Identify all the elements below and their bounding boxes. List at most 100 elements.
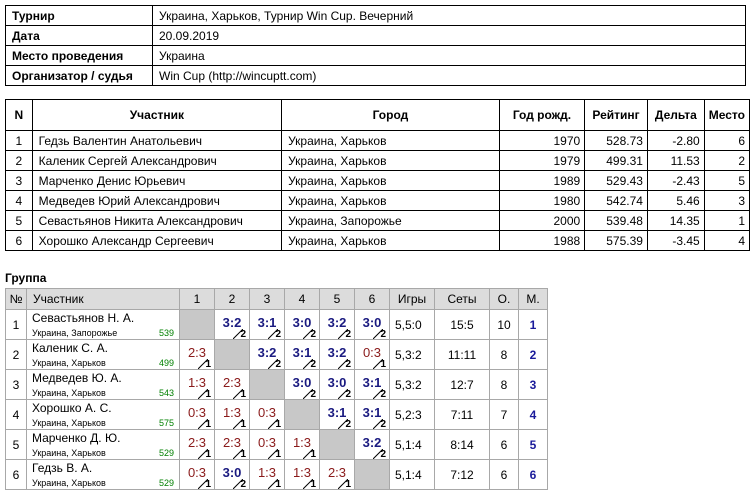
participant-cell: 575.39 bbox=[584, 230, 648, 251]
participant-cell: 528.73 bbox=[584, 130, 648, 151]
participant-cell: Марченко Денис Юрьевич bbox=[31, 170, 283, 191]
match-points: 1 bbox=[310, 449, 316, 460]
info-key: Дата bbox=[5, 25, 153, 46]
participant-cell: Хорошко Александр Сергеевич bbox=[31, 230, 283, 251]
match-score: 3:2 bbox=[327, 315, 347, 330]
grid-participant: Гедзь В. А. Украина, Харьков 529 bbox=[26, 459, 180, 490]
grid-diagonal-cell bbox=[249, 369, 285, 400]
participant-row: 3 Марченко Денис Юрьевич Украина, Харьков 1… bbox=[5, 170, 750, 191]
match-score: 3:1 bbox=[362, 375, 382, 390]
match-result-cell: 0:3 1 bbox=[179, 459, 215, 490]
grid-diagonal-cell bbox=[214, 339, 250, 370]
match-score: 3:1 bbox=[292, 345, 312, 360]
match-points: 1 bbox=[240, 449, 246, 460]
match-score: 3:2 bbox=[362, 435, 382, 450]
player-name: Хорошко А. С. bbox=[32, 401, 112, 415]
grid-points: 8 bbox=[489, 369, 519, 400]
grid-place: 3 bbox=[518, 369, 548, 400]
player-rating: 529 bbox=[158, 478, 174, 488]
match-score: 2:3 bbox=[327, 465, 347, 480]
grid-sets: 8:14 bbox=[434, 429, 490, 460]
grid-diagonal-cell bbox=[354, 459, 390, 490]
info-row: Организатор / судья Win Cup (http://wincu… bbox=[5, 65, 746, 86]
info-value: 20.09.2019 bbox=[152, 25, 746, 46]
grid-participant: Медведев Ю. А. Украина, Харьков 543 bbox=[26, 369, 180, 400]
grid-points: 10 bbox=[489, 309, 519, 340]
participant-cell: Украина, Харьков bbox=[281, 150, 500, 171]
info-value: Украина bbox=[152, 45, 746, 66]
match-points: 2 bbox=[310, 389, 316, 400]
grid-row-number: 4 bbox=[5, 399, 27, 430]
match-result-cell: 2:3 1 bbox=[179, 339, 215, 370]
match-score: 1:3 bbox=[292, 465, 312, 480]
match-points: 2 bbox=[310, 359, 316, 370]
player-city: Украина, Харьков bbox=[32, 478, 106, 488]
match-points: 1 bbox=[310, 479, 316, 490]
participant-cell: 14.35 bbox=[646, 210, 705, 231]
grid-header-col: 2 bbox=[214, 288, 250, 310]
grid-header-participant: Участник bbox=[26, 288, 180, 310]
match-result-cell: 2:3 1 bbox=[319, 459, 355, 490]
grid-games: 5,5:0 bbox=[389, 309, 435, 340]
match-result-cell: 3:2 2 bbox=[319, 309, 355, 340]
match-points: 2 bbox=[380, 449, 386, 460]
player-city: Украина, Харьков bbox=[32, 448, 106, 458]
match-points: 2 bbox=[345, 419, 351, 430]
participant-cell: 1988 bbox=[498, 230, 586, 251]
participant-cell: 1980 bbox=[498, 190, 586, 211]
participant-cell: 1979 bbox=[498, 150, 586, 171]
info-key: Место проведения bbox=[5, 45, 153, 66]
match-score: 3:1 bbox=[257, 315, 277, 330]
grid-row-number: 1 bbox=[5, 309, 27, 340]
match-result-cell: 3:2 2 bbox=[354, 429, 390, 460]
participant-cell: 1 bbox=[5, 130, 33, 151]
player-city: Украина, Харьков bbox=[32, 388, 106, 398]
match-result-cell: 3:1 2 bbox=[284, 339, 320, 370]
participant-row: 1 Гедзь Валентин Анатольевич Украина, Харь… bbox=[5, 130, 750, 151]
grid-games: 5,1:4 bbox=[389, 459, 435, 490]
player-name: Медведев Ю. А. bbox=[32, 371, 122, 385]
match-score: 3:1 bbox=[327, 405, 347, 420]
grid-diagonal-cell bbox=[284, 399, 320, 430]
match-score: 1:3 bbox=[292, 435, 312, 450]
match-score: 1:3 bbox=[257, 465, 277, 480]
participant-cell: Гедзь Валентин Анатольевич bbox=[31, 130, 283, 151]
grid-header-col: 6 bbox=[354, 288, 390, 310]
participant-cell: 3 bbox=[5, 170, 33, 191]
grid-sets: 7:12 bbox=[434, 459, 490, 490]
grid-row: 1 Севастьянов Н. А. Украина, Запорожье 539 3… bbox=[5, 309, 548, 340]
participant-cell: -2.80 bbox=[646, 130, 705, 151]
match-score: 3:0 bbox=[292, 375, 312, 390]
grid-header-col: 4 bbox=[284, 288, 320, 310]
match-result-cell: 1:3 1 bbox=[214, 399, 250, 430]
participant-cell: 4 bbox=[703, 230, 750, 251]
grid-header-no: № bbox=[5, 288, 27, 310]
match-points: 2 bbox=[240, 479, 246, 490]
match-points: 2 bbox=[310, 329, 316, 340]
match-points: 1 bbox=[380, 359, 386, 370]
participants-header: Место bbox=[703, 99, 750, 131]
grid-row: 2 Каленик С. А. Украина, Харьков 499 2:3 1 3:2… bbox=[5, 339, 548, 370]
match-points: 1 bbox=[205, 359, 211, 370]
grid-header-col: 1 bbox=[179, 288, 215, 310]
participant-cell: 4 bbox=[5, 190, 33, 211]
match-score: 2:3 bbox=[187, 345, 207, 360]
match-points: 2 bbox=[345, 329, 351, 340]
info-key: Организатор / судья bbox=[5, 65, 153, 86]
grid-place: 6 bbox=[518, 459, 548, 490]
grid-sets: 15:5 bbox=[434, 309, 490, 340]
match-result-cell: 1:3 1 bbox=[284, 459, 320, 490]
participant-cell: -3.45 bbox=[646, 230, 705, 251]
match-result-cell: 1:3 1 bbox=[179, 369, 215, 400]
group-title: Группа bbox=[5, 271, 47, 285]
grid-row-number: 2 bbox=[5, 339, 27, 370]
match-points: 2 bbox=[275, 359, 281, 370]
match-score: 0:3 bbox=[187, 405, 207, 420]
info-row: Место проведения Украина bbox=[5, 45, 746, 66]
match-points: 1 bbox=[275, 449, 281, 460]
match-points: 2 bbox=[275, 329, 281, 340]
info-key: Турнир bbox=[5, 5, 153, 26]
match-result-cell: 1:3 1 bbox=[284, 429, 320, 460]
player-rating: 543 bbox=[158, 388, 174, 398]
participant-cell: Украина, Харьков bbox=[281, 130, 500, 151]
